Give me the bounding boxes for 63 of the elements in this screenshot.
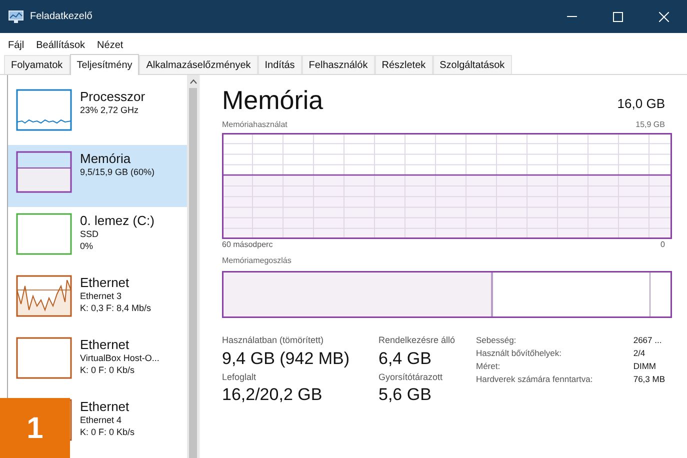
resource-name: Ethernet bbox=[80, 337, 130, 354]
resource-detail: SSD bbox=[80, 229, 100, 240]
tab[interactable]: Indítás bbox=[258, 55, 302, 74]
sidebar-item[interactable]: Ethernet Ethernet 3 K: 0,3 F: 8,4 Mb/s bbox=[8, 269, 187, 331]
time-axis-end: 0 bbox=[660, 239, 665, 251]
menu-item[interactable]: Nézet bbox=[97, 38, 124, 53]
detail-label: Méret: bbox=[476, 360, 502, 373]
resource-name: Processzor bbox=[80, 89, 146, 106]
minimize-icon bbox=[567, 16, 577, 18]
page-title: Memória bbox=[222, 87, 324, 113]
maximize-icon bbox=[613, 12, 623, 22]
tab[interactable]: Felhasználók bbox=[302, 55, 375, 74]
detail-value: DIMM bbox=[633, 360, 658, 373]
detail-value: 2667 ... bbox=[633, 334, 663, 347]
stat-value: 9,4 GB (942 MB) bbox=[222, 348, 351, 369]
tab[interactable]: Szolgáltatások bbox=[432, 55, 512, 74]
sidebar-item[interactable]: Memória 9,5/15,9 GB (60%) bbox=[8, 145, 187, 207]
resource-detail: Ethernet 3 bbox=[80, 291, 123, 302]
resource-detail: 23% 2,72 GHz bbox=[80, 105, 140, 116]
chart-label: Memóriamegoszlás bbox=[222, 255, 292, 267]
stat-label: Használatban (tömörített) bbox=[222, 334, 325, 347]
tab[interactable]: Alkalmazáselőzmények bbox=[139, 55, 258, 74]
tab[interactable]: Teljesítmény bbox=[70, 54, 140, 75]
stat-value: 5,6 GB bbox=[378, 384, 432, 406]
stat-label: Rendelkezésre álló bbox=[378, 334, 456, 347]
resource-name: Memória bbox=[80, 151, 132, 168]
sidebar-item[interactable]: Ethernet VirtualBox Host-O... K: 0 F: 0 Kb/s bbox=[8, 331, 187, 393]
stat-label: Gyorsítótárazott bbox=[378, 370, 444, 384]
sidebar-item[interactable]: 0. lemez (C:) SSD 0% bbox=[8, 207, 187, 269]
resource-detail: 0% bbox=[80, 240, 94, 252]
resource-name: Ethernet bbox=[80, 399, 130, 416]
detail-label: Hardverek számára fenntartva: bbox=[476, 373, 594, 386]
sidebar-item[interactable]: Processzor 23% 2,72 GHz bbox=[8, 83, 187, 145]
resource-name: Ethernet bbox=[80, 275, 130, 292]
detail-value: 76,3 MB bbox=[633, 373, 665, 386]
time-axis-label: 60 másodperc bbox=[222, 239, 273, 251]
chart-max: 15,9 GB bbox=[636, 119, 665, 131]
window-title: Feladatkezelő bbox=[30, 10, 92, 24]
chevron-up-icon bbox=[190, 79, 196, 84]
resource-detail: VirtualBox Host-O... bbox=[80, 353, 160, 364]
resource-name: 0. lemez (C:) bbox=[80, 213, 154, 230]
stat-label: Lefoglalt bbox=[222, 370, 258, 384]
stat-value: 16,2/20,2 GB bbox=[222, 384, 324, 406]
tab[interactable]: Folyamatok bbox=[4, 55, 70, 74]
detail-label: Használt bővítőhelyek: bbox=[476, 347, 563, 360]
resource-detail: Ethernet 4 bbox=[80, 415, 123, 426]
resource-detail: K: 0 F: 0 Kb/s bbox=[80, 426, 135, 438]
chart-label: Memóriahasználat bbox=[222, 119, 288, 131]
menu-item[interactable]: Fájl bbox=[8, 38, 24, 53]
close-icon bbox=[659, 12, 669, 22]
resource-detail: K: 0 F: 0 Kb/s bbox=[80, 364, 136, 376]
menu-item[interactable]: Beállítások bbox=[36, 38, 86, 53]
monitor-icon bbox=[8, 10, 24, 24]
resource-detail: K: 0,3 F: 8,4 Mb/s bbox=[80, 302, 152, 314]
detail-label: Sebesség: bbox=[476, 334, 518, 347]
tab[interactable]: Részletek bbox=[374, 55, 433, 74]
stat-value: 6,4 GB bbox=[378, 348, 432, 369]
total-memory: 16,0 GB bbox=[617, 94, 665, 112]
resource-detail: 9,5/15,9 GB (60%) bbox=[80, 167, 155, 178]
figure-number-overlay: 1 bbox=[0, 398, 70, 458]
scrollbar[interactable] bbox=[187, 75, 199, 458]
scrollbar-thumb[interactable] bbox=[189, 88, 197, 458]
detail-value: 2/4 bbox=[633, 347, 646, 360]
